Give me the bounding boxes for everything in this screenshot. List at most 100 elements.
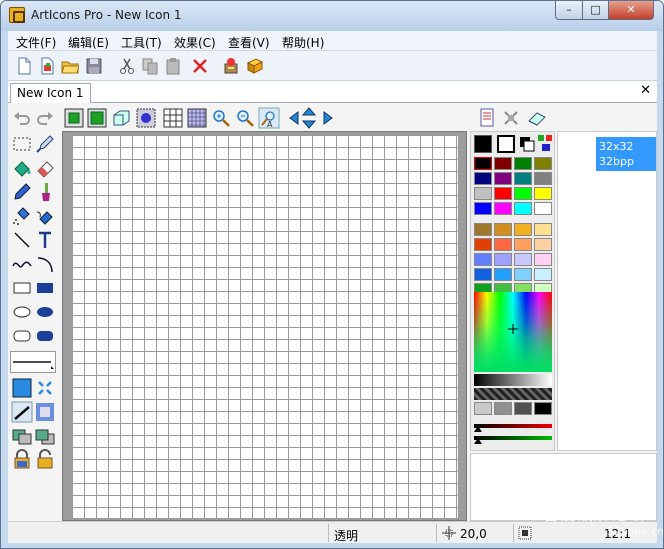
delete-icon[interactable]: [191, 57, 209, 75]
color-swatch[interactable]: [534, 253, 552, 266]
color-swatch[interactable]: [534, 157, 552, 170]
color-swatch[interactable]: [534, 268, 552, 281]
layer-back-icon[interactable]: [34, 425, 56, 447]
flip-horizontal-icon[interactable]: [63, 107, 85, 129]
color-swatch[interactable]: [474, 187, 492, 200]
airbrush-icon[interactable]: [11, 205, 33, 227]
color-swatch[interactable]: [494, 157, 512, 170]
color-swatch[interactable]: [494, 223, 512, 236]
color-swatch[interactable]: [474, 268, 492, 281]
fill-mode-icon[interactable]: [11, 377, 33, 399]
gray-swatch[interactable]: [474, 402, 492, 415]
color-spectrum[interactable]: [474, 292, 552, 372]
color-swatch[interactable]: [534, 172, 552, 185]
fill-bucket-icon[interactable]: [11, 157, 33, 179]
color-swatch[interactable]: [474, 223, 492, 236]
paste-icon[interactable]: [164, 57, 182, 75]
color-swatch[interactable]: [494, 253, 512, 266]
color-swatch[interactable]: [534, 202, 552, 215]
color-swatch[interactable]: [534, 238, 552, 251]
replace-color-icon[interactable]: [34, 205, 56, 227]
format-item-selected[interactable]: 32x32 32bpp: [596, 137, 656, 171]
unlock-icon[interactable]: [34, 449, 56, 471]
move-right-icon[interactable]: [316, 107, 338, 129]
rounded-rectangle-icon[interactable]: [11, 325, 33, 347]
line-width-selector[interactable]: [10, 351, 56, 373]
ellipse-icon[interactable]: [11, 301, 33, 323]
alpha-sliders[interactable]: [474, 420, 552, 450]
secondary-color[interactable]: [497, 135, 515, 153]
eraser-icon[interactable]: [34, 157, 56, 179]
menu-tools[interactable]: 工具(T): [121, 34, 162, 51]
new-file-icon[interactable]: [15, 57, 33, 75]
color-swatch[interactable]: [534, 223, 552, 236]
format-properties-icon[interactable]: [476, 107, 498, 129]
text-icon[interactable]: [34, 229, 56, 251]
pattern-strip[interactable]: [474, 388, 552, 400]
color-swatch[interactable]: [514, 253, 532, 266]
antialias-icon[interactable]: [11, 401, 33, 423]
brush-icon[interactable]: [34, 181, 56, 203]
color-swatch[interactable]: [514, 223, 532, 236]
color-swatch[interactable]: [494, 187, 512, 200]
swap-colors-icon[interactable]: [537, 134, 553, 152]
redo-icon[interactable]: [34, 107, 56, 129]
save-icon[interactable]: [85, 57, 103, 75]
gray-swatch[interactable]: [494, 402, 512, 415]
primary-color[interactable]: [474, 135, 492, 153]
lock-icon[interactable]: [11, 449, 33, 471]
soft-edge-icon[interactable]: [34, 401, 56, 423]
pixel-canvas[interactable]: [72, 135, 458, 518]
color-swatch[interactable]: [474, 172, 492, 185]
filled-rectangle-icon[interactable]: [34, 277, 56, 299]
color-swatch[interactable]: [474, 202, 492, 215]
minimize-button[interactable]: –: [555, 1, 583, 20]
cut-icon[interactable]: [118, 57, 136, 75]
color-swatch[interactable]: [494, 238, 512, 251]
curve-icon[interactable]: [11, 253, 33, 275]
new-from-image-icon[interactable]: [38, 57, 56, 75]
tab-new-icon-1[interactable]: New Icon 1: [10, 83, 91, 103]
color-swatch[interactable]: [514, 172, 532, 185]
color-swatch[interactable]: [514, 157, 532, 170]
flip-vertical-icon[interactable]: [86, 107, 108, 129]
close-button[interactable]: ✕: [608, 1, 654, 20]
color-swatch[interactable]: [534, 187, 552, 200]
title-bar[interactable]: ArtIcons Pro - New Icon 1 – □ ✕: [1, 1, 663, 31]
eyedropper-icon[interactable]: [34, 133, 56, 155]
filled-rounded-rectangle-icon[interactable]: [34, 325, 56, 347]
extract-icon[interactable]: [222, 57, 240, 75]
menu-effects[interactable]: 效果(C): [174, 34, 216, 51]
color-swatch[interactable]: [494, 268, 512, 281]
color-swatch[interactable]: [514, 268, 532, 281]
rectangle-icon[interactable]: [11, 277, 33, 299]
rect-select-icon[interactable]: [11, 133, 33, 155]
color-swatch[interactable]: [494, 172, 512, 185]
menu-file[interactable]: 文件(F): [16, 34, 56, 51]
gray-gradient[interactable]: [474, 374, 552, 386]
zoom-actual-icon[interactable]: A: [258, 107, 280, 129]
select-all-icon[interactable]: [135, 107, 157, 129]
color-swatch[interactable]: [514, 238, 532, 251]
undo-icon[interactable]: [11, 107, 33, 129]
delete-format-icon[interactable]: [500, 107, 522, 129]
tab-close-icon[interactable]: ✕: [640, 83, 651, 98]
pattern-mode-icon[interactable]: [34, 377, 56, 399]
rotate-icon[interactable]: [110, 107, 132, 129]
arc-icon[interactable]: [34, 253, 56, 275]
color-swatch[interactable]: [474, 253, 492, 266]
color-swatch[interactable]: [494, 202, 512, 215]
menu-edit[interactable]: 编辑(E): [68, 34, 109, 51]
fine-grid-icon[interactable]: [186, 107, 208, 129]
color-swatch[interactable]: [514, 187, 532, 200]
copy-icon[interactable]: [141, 57, 159, 75]
filled-ellipse-icon[interactable]: [34, 301, 56, 323]
color-swatch[interactable]: [474, 157, 492, 170]
menu-help[interactable]: 帮助(H): [282, 34, 324, 51]
menu-view[interactable]: 查看(V): [228, 34, 270, 51]
gray-swatch[interactable]: [514, 402, 532, 415]
color-swatch[interactable]: [474, 238, 492, 251]
zoom-out-icon[interactable]: [234, 107, 256, 129]
maximize-button[interactable]: □: [582, 1, 609, 20]
open-folder-icon[interactable]: [61, 57, 79, 75]
